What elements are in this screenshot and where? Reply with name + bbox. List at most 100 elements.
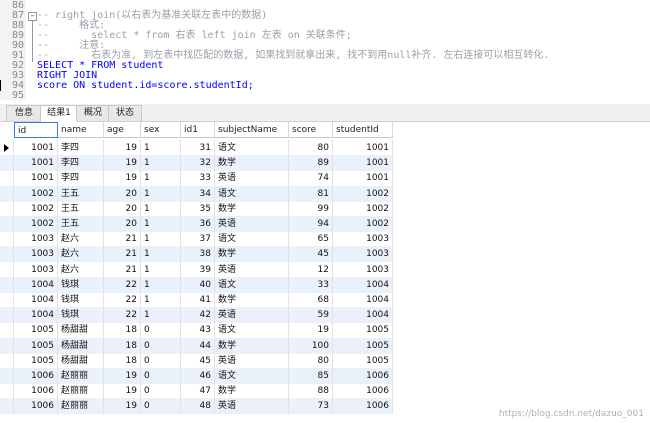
cell-subjectname[interactable]: 语文: [215, 368, 289, 384]
cell-id[interactable]: 1001: [14, 140, 58, 156]
cell-id[interactable]: 1001: [14, 155, 58, 172]
cell-score[interactable]: 81: [289, 185, 333, 202]
cell-studentid[interactable]: 1002: [333, 185, 393, 202]
cell-name[interactable]: 赵六: [58, 231, 104, 248]
cell-subjectname[interactable]: 数学: [215, 337, 289, 354]
cell-age[interactable]: 22: [104, 307, 141, 324]
row-header[interactable]: [0, 155, 14, 172]
cell-age[interactable]: 20: [104, 185, 141, 202]
cell-subjectname[interactable]: 英语: [215, 398, 289, 415]
cell-id1[interactable]: 40: [181, 276, 215, 293]
cell-subjectname[interactable]: 数学: [215, 383, 289, 400]
cell-id[interactable]: 1002: [14, 185, 58, 202]
cell-id1[interactable]: 47: [181, 383, 215, 400]
cell-id1[interactable]: 45: [181, 352, 215, 369]
cell-id[interactable]: 1003: [14, 246, 58, 263]
table-row[interactable]: 1006 赵丽丽 19 0 47 数学 88 1006: [0, 383, 393, 400]
cell-studentid[interactable]: 1001: [333, 155, 393, 172]
cell-age[interactable]: 20: [104, 216, 141, 232]
cell-age[interactable]: 19: [104, 155, 141, 172]
cell-age[interactable]: 22: [104, 276, 141, 293]
row-header[interactable]: [0, 200, 14, 217]
row-header[interactable]: [0, 292, 14, 308]
cell-id[interactable]: 1005: [14, 322, 58, 339]
column-header-sex[interactable]: sex: [141, 122, 181, 138]
cell-studentid[interactable]: 1003: [333, 261, 393, 278]
row-header[interactable]: [0, 276, 14, 293]
cell-name[interactable]: 杨甜甜: [58, 352, 104, 369]
cell-name[interactable]: 钱琪: [58, 292, 104, 308]
cell-subjectname[interactable]: 语文: [215, 140, 289, 156]
cell-subjectname[interactable]: 英语: [215, 352, 289, 369]
column-header-id[interactable]: id: [14, 122, 58, 138]
cell-name[interactable]: 赵丽丽: [58, 398, 104, 415]
cell-age[interactable]: 21: [104, 231, 141, 248]
table-row[interactable]: 1001 李四 19 1 31 语文 80 1001: [0, 140, 393, 156]
cell-id1[interactable]: 34: [181, 185, 215, 202]
cell-subjectname[interactable]: 语文: [215, 322, 289, 339]
cell-id[interactable]: 1004: [14, 292, 58, 308]
cell-name[interactable]: 李四: [58, 155, 104, 172]
cell-sex[interactable]: 1: [141, 140, 181, 156]
table-row[interactable]: 1002 王五 20 1 34 语文 81 1002: [0, 185, 393, 202]
cell-studentid[interactable]: 1006: [333, 383, 393, 400]
cell-id1[interactable]: 31: [181, 140, 215, 156]
cell-name[interactable]: 李四: [58, 170, 104, 187]
row-header[interactable]: [0, 246, 14, 263]
row-header[interactable]: [0, 352, 14, 369]
cell-sex[interactable]: 1: [141, 216, 181, 232]
table-row[interactable]: 1004 钱琪 22 1 41 数学 68 1004: [0, 292, 393, 308]
cell-id1[interactable]: 42: [181, 307, 215, 324]
cell-studentid[interactable]: 1005: [333, 337, 393, 354]
cell-age[interactable]: 22: [104, 292, 141, 308]
cell-sex[interactable]: 0: [141, 352, 181, 369]
cell-subjectname[interactable]: 语文: [215, 185, 289, 202]
cell-studentid[interactable]: 1006: [333, 368, 393, 384]
cell-name[interactable]: 赵丽丽: [58, 368, 104, 384]
cell-sex[interactable]: 1: [141, 307, 181, 324]
cell-score[interactable]: 45: [289, 246, 333, 263]
result-grid[interactable]: id name age sex id1 subjectName score studentId…: [0, 122, 650, 423]
cell-score[interactable]: 80: [289, 352, 333, 369]
row-header[interactable]: [0, 261, 14, 278]
cell-name[interactable]: 赵六: [58, 261, 104, 278]
tab-info[interactable]: 信息: [6, 105, 42, 121]
row-header[interactable]: [0, 307, 14, 324]
cell-studentid[interactable]: 1005: [333, 322, 393, 339]
cell-id[interactable]: 1005: [14, 352, 58, 369]
cell-subjectname[interactable]: 语文: [215, 231, 289, 248]
cell-studentid[interactable]: 1006: [333, 398, 393, 415]
cell-id[interactable]: 1006: [14, 368, 58, 384]
cell-name[interactable]: 王五: [58, 200, 104, 217]
column-header-subjectname[interactable]: subjectName: [215, 122, 289, 138]
cell-name[interactable]: 赵丽丽: [58, 383, 104, 400]
table-row[interactable]: 1005 杨甜甜 18 0 45 英语 80 1005: [0, 352, 393, 369]
cell-score[interactable]: 68: [289, 292, 333, 308]
column-header-score[interactable]: score: [289, 122, 333, 138]
cell-subjectname[interactable]: 英语: [215, 307, 289, 324]
cell-subjectname[interactable]: 数学: [215, 292, 289, 308]
cell-sex[interactable]: 1: [141, 200, 181, 217]
tab-status[interactable]: 状态: [108, 105, 142, 121]
cell-id1[interactable]: 46: [181, 368, 215, 384]
table-row[interactable]: 1002 王五 20 1 36 英语 94 1002: [0, 216, 393, 232]
cell-score[interactable]: 19: [289, 322, 333, 339]
cell-name[interactable]: 王五: [58, 216, 104, 232]
cell-name[interactable]: 王五: [58, 185, 104, 202]
cell-studentid[interactable]: 1004: [333, 307, 393, 324]
cell-subjectname[interactable]: 语文: [215, 276, 289, 293]
cell-sex[interactable]: 0: [141, 383, 181, 400]
cell-studentid[interactable]: 1003: [333, 246, 393, 263]
cell-id1[interactable]: 38: [181, 246, 215, 263]
cell-age[interactable]: 19: [104, 170, 141, 187]
cell-studentid[interactable]: 1005: [333, 352, 393, 369]
cell-sex[interactable]: 1: [141, 261, 181, 278]
table-row[interactable]: 1002 王五 20 1 35 数学 99 1002: [0, 200, 393, 217]
code-line[interactable]: 95: [0, 90, 650, 102]
cell-subjectname[interactable]: 英语: [215, 261, 289, 278]
table-row[interactable]: 1003 赵六 21 1 37 语文 65 1003: [0, 231, 393, 248]
cell-sex[interactable]: 0: [141, 368, 181, 384]
cell-name[interactable]: 杨甜甜: [58, 322, 104, 339]
row-header[interactable]: [0, 216, 14, 232]
row-header[interactable]: [0, 383, 14, 400]
